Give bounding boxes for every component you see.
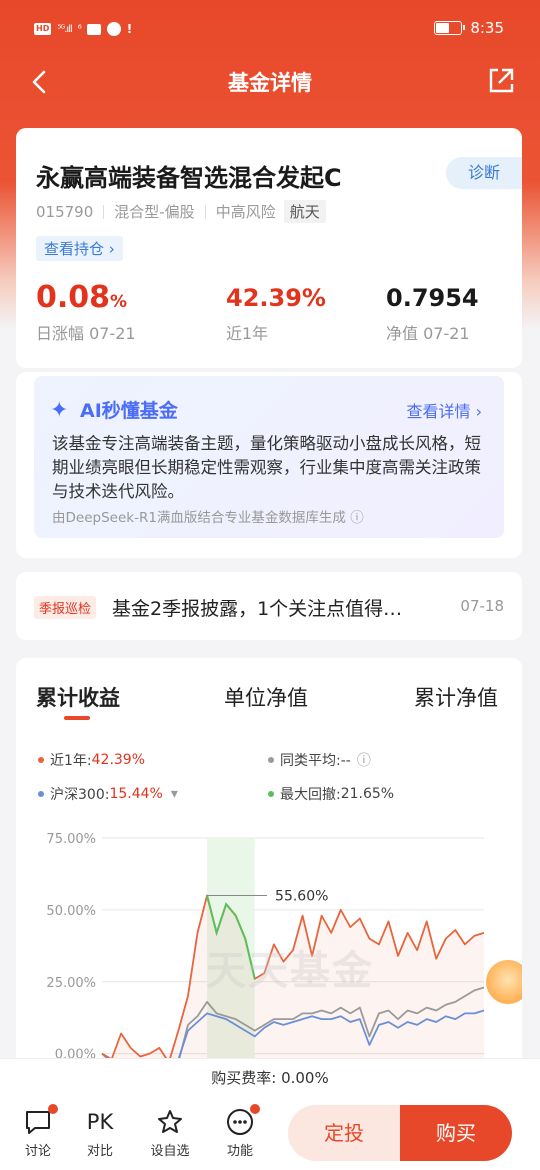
sparkle-icon: ✦ xyxy=(50,398,69,423)
legend-drawdown-value: 21.65% xyxy=(340,786,395,802)
diagnose-button[interactable]: 诊断 xyxy=(446,157,522,189)
chat-icon xyxy=(26,1111,50,1134)
ai-view-details-link[interactable]: 查看详情 › xyxy=(407,398,483,422)
daily-change-stat: 0.08% 日涨幅 07-21 xyxy=(36,280,136,344)
nav-value: 0.7954 xyxy=(386,284,479,312)
fund-risk: 中高风险 xyxy=(215,203,276,221)
one-year-value: 42.39% xyxy=(226,284,326,312)
wifi-icon: ⁶ xyxy=(77,23,82,35)
legend-drawdown: 最大回撤: 21.65% xyxy=(268,784,394,804)
add-watchlist-button[interactable]: 设自选 xyxy=(150,1108,190,1159)
legend-fund: 近1年: 42.39% xyxy=(38,750,145,770)
daily-change-value: 0.08 xyxy=(36,280,111,315)
more-icon xyxy=(227,1109,253,1135)
tab-cumulative-return[interactable]: 累计收益 xyxy=(36,682,120,712)
legend-index-value: 15.44% xyxy=(109,786,163,802)
nav-bar: 基金详情 xyxy=(0,60,540,104)
report-tag: 季报巡检 xyxy=(34,596,97,619)
peak-annotation: 55.60% xyxy=(275,889,328,905)
share-icon[interactable] xyxy=(486,66,516,96)
nav-stat: 0.7954 净值 07-21 xyxy=(386,280,479,344)
y-tick-label: 25.00% xyxy=(46,976,96,991)
compare-label: 对比 xyxy=(86,1144,113,1159)
y-tick-label: 75.00% xyxy=(46,832,96,847)
ai-summary-panel[interactable]: ✦ AI秒懂基金 查看详情 › 该基金专注高端装备主题，量化策略驱动小盘成长风格… xyxy=(34,376,504,538)
buy-button[interactable]: 购买 xyxy=(400,1105,512,1161)
discuss-label: 讨论 xyxy=(24,1144,51,1159)
legend-index-label: 沪深300: xyxy=(50,787,110,803)
pk-icon: PK xyxy=(86,1110,114,1134)
functions-label: 功能 xyxy=(226,1144,253,1159)
legend-peer-label: 同类平均:-- xyxy=(280,753,351,769)
fund-name: 永赢高端装备智选混合发起C xyxy=(36,164,342,192)
legend-index[interactable]: 沪深300: 15.44% ▾ xyxy=(38,784,178,804)
tab-cumulative-nav[interactable]: 累计净值 xyxy=(414,682,498,712)
ai-summary-text: 该基金专注高端装备主题，量化策略驱动小盘成长风格，短期业绩亮眼但长期稳定性需观察… xyxy=(52,434,481,501)
battery-icon xyxy=(434,21,466,35)
fund-code: 015790 xyxy=(36,202,94,221)
one-year-stat: 42.39% 近1年 xyxy=(226,280,326,344)
chevron-down-icon[interactable]: ▾ xyxy=(171,786,178,802)
nav-label: 净值 07-21 xyxy=(386,324,470,343)
tab-unit-nav[interactable]: 单位净值 xyxy=(224,682,308,712)
app-notification-icon xyxy=(106,22,121,36)
fund-theme-tag[interactable]: 航天 xyxy=(283,200,326,223)
report-text: 基金2季报披露，1个关注点值得… xyxy=(112,598,403,620)
mascot-icon[interactable] xyxy=(486,960,522,1004)
y-tick-label: 50.00% xyxy=(46,904,96,919)
clock: 8:35 xyxy=(470,19,504,37)
report-date: 07-18 xyxy=(460,597,504,615)
fund-type: 混合型-偏股 xyxy=(114,203,195,221)
view-holdings-button[interactable]: 查看持仓 › xyxy=(36,236,123,261)
compare-button[interactable]: PK 对比 xyxy=(80,1108,120,1159)
page-title: 基金详情 xyxy=(228,71,312,95)
fund-summary-card: 永赢高端装备智选混合发起C 诊断 015790 混合型-偏股 中高风险 航天 查… xyxy=(16,128,522,368)
status-bar: HD ⁵ᴳ.ıll ⁶ ! 8:35 xyxy=(0,0,540,60)
functions-button[interactable]: 功能 xyxy=(220,1104,260,1159)
legend-drawdown-label: 最大回撤: xyxy=(280,787,341,803)
mail-icon xyxy=(86,23,101,35)
hd-badge: HD xyxy=(34,23,52,35)
ai-title: AI秒懂基金 xyxy=(80,400,178,422)
watchlist-label: 设自选 xyxy=(150,1144,190,1159)
ai-summary-card: ✦ AI秒懂基金 查看详情 › 该基金专注高端装备主题，量化策略驱动小盘成长风格… xyxy=(16,372,522,558)
tab-indicator xyxy=(64,716,90,720)
alert-icon: ! xyxy=(126,22,133,36)
sip-button[interactable]: 定投 xyxy=(288,1105,400,1161)
performance-chart-card: 累计收益 单位净值 累计净值 近1年: 42.39% 同类平均:-- ⓘ 沪深3… xyxy=(16,658,522,1078)
quarterly-report-card[interactable]: 季报巡检 基金2季报披露，1个关注点值得… 07-18 xyxy=(16,572,522,640)
bottom-action-bar: 讨论 PK 对比 设自选 功能 定投 购买 xyxy=(0,1096,540,1170)
signal-icon: ⁵ᴳ.ıll xyxy=(57,23,72,35)
one-year-label: 近1年 xyxy=(226,324,269,343)
purchase-fee: 购买费率: 0.00% xyxy=(0,1058,540,1096)
info-icon[interactable]: ⓘ xyxy=(357,750,371,770)
ai-footer-note: 由DeepSeek-R1满血版结合专业基金数据库生成 ⓘ xyxy=(52,510,364,526)
daily-change-label: 日涨幅 07-21 xyxy=(36,324,136,343)
fund-meta: 015790 混合型-偏股 中高风险 航天 xyxy=(36,200,326,223)
discuss-button[interactable]: 讨论 xyxy=(18,1104,58,1159)
star-add-icon xyxy=(158,1110,182,1133)
legend-fund-value: 42.39% xyxy=(91,752,146,768)
watermark: 天天基金 xyxy=(206,948,374,994)
legend-fund-label: 近1年: xyxy=(50,753,92,769)
legend-peer: 同类平均:-- ⓘ xyxy=(268,750,371,770)
daily-change-unit: % xyxy=(110,292,128,312)
